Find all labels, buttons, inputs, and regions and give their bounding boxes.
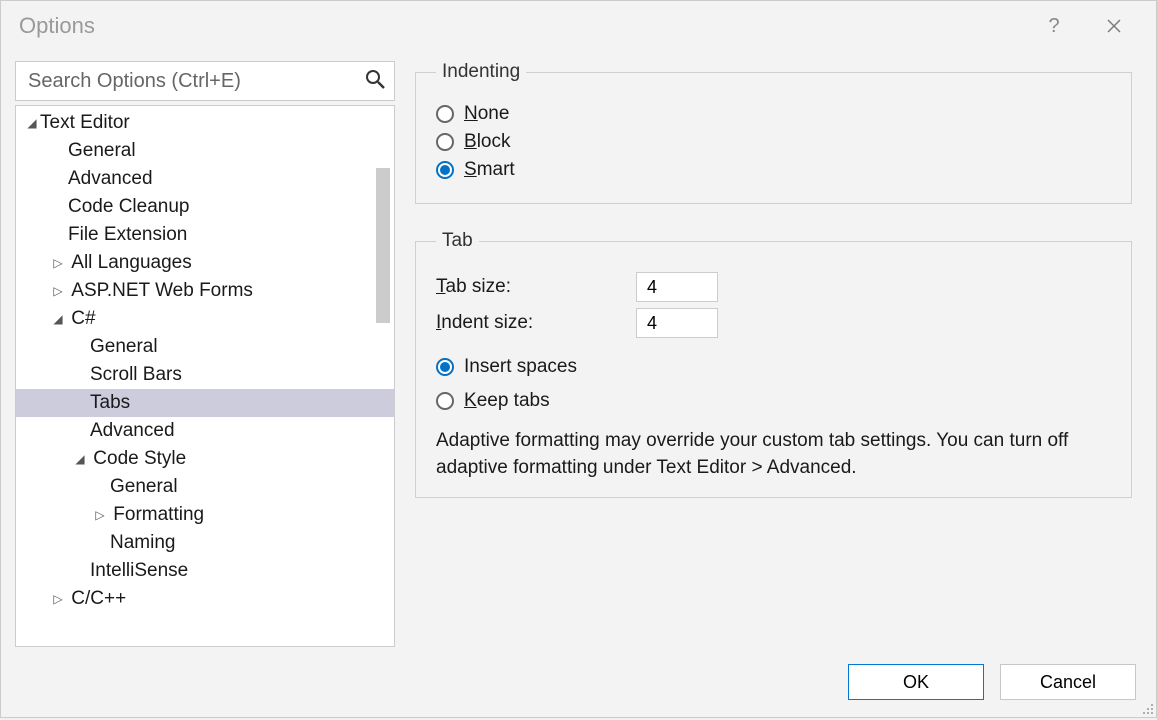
tree-label: General	[90, 336, 158, 358]
category-tree: ◢ Text Editor General Advanced Code Clea…	[15, 105, 395, 647]
tree-label: General	[68, 140, 136, 162]
titlebar: Options ?	[1, 1, 1156, 51]
tree-item[interactable]: Advanced	[16, 417, 394, 445]
tree-csharp[interactable]: ◢ C#	[16, 305, 394, 333]
indent-size-input[interactable]	[636, 308, 718, 338]
tree-label: All Languages	[71, 252, 191, 274]
tree-item[interactable]: General	[16, 137, 394, 165]
tab-group: Tab Tab size: Indent size: Insert spaces…	[415, 230, 1132, 498]
settings-panel: Indenting None Block Smart Tab Tab size:	[415, 61, 1140, 647]
tree-label: C/C++	[71, 588, 126, 610]
tree-label: File Extension	[68, 224, 187, 246]
radio-keep-tabs[interactable]: Keep tabs	[436, 390, 1111, 412]
tree-label: C#	[71, 308, 95, 330]
tree-item[interactable]: Scroll Bars	[16, 361, 394, 389]
tree-label: Text Editor	[40, 112, 130, 134]
radio-label: Keep tabs	[464, 390, 550, 412]
radio-insert-spaces[interactable]: Insert spaces	[436, 356, 1111, 378]
tree-item[interactable]: IntelliSense	[16, 557, 394, 585]
tree-item[interactable]: General	[16, 333, 394, 361]
tree-label: General	[110, 476, 178, 498]
tree-label: Formatting	[113, 504, 204, 526]
indenting-legend: Indenting	[436, 61, 526, 83]
dialog-footer: OK Cancel	[1, 647, 1156, 717]
tree-label: Tabs	[90, 392, 130, 414]
radio-label: Insert spaces	[464, 356, 577, 378]
tree-label: Scroll Bars	[90, 364, 182, 386]
tree-item[interactable]: Code Cleanup	[16, 193, 394, 221]
tree-cpp[interactable]: ▷ C/C++	[16, 585, 394, 613]
tree-codestyle[interactable]: ◢ Code Style	[16, 445, 394, 473]
tab-legend: Tab	[436, 230, 479, 252]
adaptive-note: Adaptive formatting may override your cu…	[436, 428, 1111, 481]
radio-block[interactable]: Block	[436, 131, 1111, 153]
button-label: Cancel	[1040, 672, 1096, 693]
help-icon[interactable]: ?	[1024, 6, 1084, 46]
scrollbar[interactable]	[376, 168, 390, 323]
tree-label: ASP.NET Web Forms	[71, 280, 253, 302]
search-box[interactable]	[15, 61, 395, 101]
resize-grip-icon[interactable]	[1138, 699, 1154, 715]
ok-button[interactable]: OK	[848, 664, 984, 700]
left-panel: ◢ Text Editor General Advanced Code Clea…	[15, 61, 395, 647]
collapse-icon: ◢	[50, 312, 66, 326]
tree-text-editor[interactable]: ◢ Text Editor	[16, 109, 394, 137]
button-label: OK	[903, 672, 929, 693]
tab-size-label: Tab size:	[436, 276, 636, 298]
expand-icon: ▷	[50, 256, 66, 270]
radio-none[interactable]: None	[436, 103, 1111, 125]
tree-item[interactable]: ▷ All Languages	[16, 249, 394, 277]
expand-icon: ▷	[92, 508, 108, 522]
tree-label: Advanced	[68, 168, 153, 190]
indenting-group: Indenting None Block Smart	[415, 61, 1132, 204]
indent-size-row: Indent size:	[436, 308, 1111, 338]
radio-label: Block	[464, 131, 510, 153]
tree-item[interactable]: ▷ ASP.NET Web Forms	[16, 277, 394, 305]
radio-label: Smart	[464, 159, 515, 181]
tree-label: Code Cleanup	[68, 196, 189, 218]
tree-item-tabs[interactable]: Tabs	[16, 389, 394, 417]
options-dialog: Options ? ◢ Text Editor	[0, 0, 1157, 718]
radio-label: None	[464, 103, 509, 125]
tab-size-row: Tab size:	[436, 272, 1111, 302]
search-input[interactable]	[28, 70, 364, 93]
collapse-icon: ◢	[24, 116, 40, 130]
tree-label: Advanced	[90, 420, 175, 442]
expand-icon: ▷	[50, 284, 66, 298]
radio-smart[interactable]: Smart	[436, 159, 1111, 181]
tree-label: IntelliSense	[90, 560, 188, 582]
system-buttons: ?	[1024, 6, 1144, 46]
search-icon[interactable]	[364, 68, 386, 95]
radio-icon	[436, 392, 454, 410]
radio-icon	[436, 105, 454, 123]
tree-item[interactable]: File Extension	[16, 221, 394, 249]
expand-icon: ▷	[50, 592, 66, 606]
indent-size-label: Indent size:	[436, 312, 636, 334]
tree-item[interactable]: Advanced	[16, 165, 394, 193]
tree-label: Code Style	[93, 448, 186, 470]
radio-icon	[436, 133, 454, 151]
radio-icon	[436, 358, 454, 376]
tree-item[interactable]: ▷ Formatting	[16, 501, 394, 529]
tree-item[interactable]: General	[16, 473, 394, 501]
close-icon[interactable]	[1084, 6, 1144, 46]
tree-item[interactable]: Naming	[16, 529, 394, 557]
collapse-icon: ◢	[72, 452, 88, 466]
tree-label: Naming	[110, 532, 175, 554]
cancel-button[interactable]: Cancel	[1000, 664, 1136, 700]
dialog-title: Options	[19, 13, 1024, 39]
radio-icon	[436, 161, 454, 179]
tab-size-input[interactable]	[636, 272, 718, 302]
